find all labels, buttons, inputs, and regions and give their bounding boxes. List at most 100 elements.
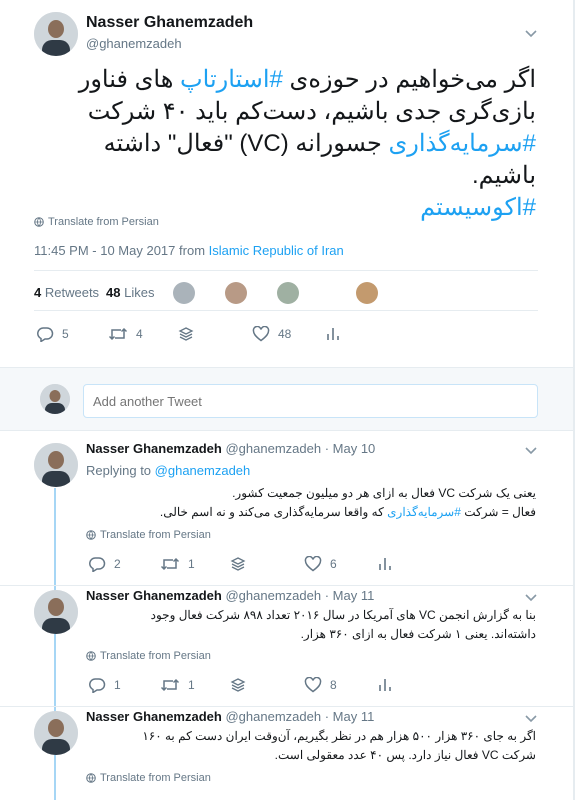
stack-icon (230, 557, 246, 571)
tweet-text-part: اگر می‌خواهیم در حوزه‌ی (282, 66, 536, 93)
globe-icon (34, 217, 44, 227)
reply-date[interactable]: · May 11 (325, 709, 375, 724)
reply-count: 5 (62, 327, 69, 341)
location-link[interactable]: Islamic Republic of Iran (209, 243, 344, 258)
my-avatar[interactable] (40, 384, 70, 414)
reply-button[interactable]: 1 (88, 677, 121, 693)
reply-header: Nasser Ghanemzadeh @ghanemzadeh · May 10 (86, 441, 375, 456)
liker-avatar[interactable] (225, 282, 247, 304)
tweet-text: اگر می‌خواهیم در حوزه‌ی #استارتاپ های فن… (40, 64, 536, 224)
like-count: 48 (278, 327, 292, 341)
avatar-image (34, 443, 78, 487)
analytics-icon (379, 558, 391, 570)
reply-button[interactable]: 2 (88, 556, 121, 572)
liker-avatar[interactable] (356, 282, 378, 304)
replying-handle-link[interactable]: @ghanemzadeh (155, 463, 251, 478)
likes-label: Likes (124, 285, 155, 300)
heart-icon (252, 326, 270, 342)
divider (0, 706, 575, 707)
reply-author-handle[interactable]: @ghanemzadeh (225, 588, 321, 603)
translate-link[interactable]: Translate from Persian (86, 772, 211, 784)
reply-author-handle[interactable]: @ghanemzadeh (225, 709, 321, 724)
reply-date[interactable]: · May 10 (325, 441, 376, 456)
like-button[interactable]: 6 (304, 556, 337, 572)
reply-author-name[interactable]: Nasser Ghanemzadeh (86, 441, 222, 456)
stack-button[interactable] (178, 326, 202, 342)
reply-icon (37, 327, 54, 342)
heart-icon (304, 556, 322, 572)
avatar-image (40, 384, 70, 414)
likes-stat[interactable]: 48 Likes (106, 285, 154, 300)
retweet-button[interactable]: 1 (160, 677, 195, 693)
translate-link[interactable]: Translate from Persian (86, 650, 211, 662)
stack-icon (178, 327, 194, 341)
reply-text: یعنی یک شرکت VC فعال به ازای هر دو میلیو… (86, 484, 536, 522)
reply-avatar[interactable] (34, 443, 78, 487)
like-count: 8 (330, 678, 337, 692)
reply-button[interactable]: 5 (36, 326, 69, 342)
reply-header: Nasser Ghanemzadeh @ghanemzadeh · May 11 (86, 709, 374, 724)
hashtag-link[interactable]: #سرمایه‌گذاری (387, 505, 461, 519)
reply-text: بنا به گزارش انجمن VC های آمریکا در سال … (86, 606, 536, 644)
reply-text-line: فعال = شرکت #سرمایه‌گذاری که واقعا سرمای… (86, 503, 536, 522)
hashtag-link[interactable]: #اکوسیستم (420, 194, 536, 221)
analytics-button[interactable] (378, 556, 400, 572)
retweet-count: 1 (188, 557, 195, 571)
retweet-count: 4 (136, 327, 143, 341)
retweet-button[interactable]: 4 (108, 326, 143, 342)
reply-avatar[interactable] (34, 590, 78, 634)
author-handle[interactable]: @ghanemzadeh (86, 36, 182, 51)
reply-author-name[interactable]: Nasser Ghanemzadeh (86, 709, 222, 724)
retweets-count: 4 (34, 285, 42, 300)
retweet-button[interactable]: 1 (160, 556, 195, 572)
translate-link[interactable]: Translate from Persian (34, 216, 159, 228)
retweet-icon (160, 557, 180, 571)
reply-text: اگر به جای ۳۶۰ هزار ۵۰۰ هزار هم در نظر ب… (86, 727, 536, 765)
author-avatar[interactable] (34, 12, 78, 56)
analytics-icon (379, 679, 391, 691)
avatar-image (34, 590, 78, 634)
chevron-down-icon[interactable] (524, 26, 538, 45)
like-button[interactable]: 8 (304, 677, 337, 693)
hashtag-link[interactable]: #سرمایه‌گذاری (389, 130, 536, 157)
stack-button[interactable] (230, 677, 254, 693)
reply-icon (89, 678, 106, 693)
reply-author-handle[interactable]: @ghanemzadeh (225, 441, 321, 456)
analytics-icon (327, 328, 339, 340)
reply-date[interactable]: · May 11 (325, 588, 375, 603)
reply-avatar[interactable] (34, 711, 78, 755)
analytics-button[interactable] (326, 326, 348, 342)
retweets-stat[interactable]: 4 Retweets (34, 285, 99, 300)
add-tweet-input[interactable] (83, 384, 538, 418)
heart-icon (304, 677, 322, 693)
translate-label: Translate from Persian (48, 216, 159, 228)
liker-avatar[interactable] (277, 282, 299, 304)
reply-text-line: بنا به گزارش انجمن VC های آمریکا در سال … (150, 608, 536, 622)
tweet-timestamp[interactable]: 11:45 PM - 10 May 2017 (34, 243, 175, 258)
chevron-down-icon[interactable] (524, 443, 538, 462)
stack-icon (230, 678, 246, 692)
translate-label: Translate from Persian (100, 529, 211, 541)
author-name[interactable]: Nasser Ghanemzadeh (86, 14, 253, 32)
translate-link[interactable]: Translate from Persian (86, 529, 211, 541)
like-button[interactable]: 48 (252, 326, 291, 342)
reply-count: 2 (114, 557, 121, 571)
replying-label: Replying to (86, 463, 152, 478)
divider (0, 585, 575, 586)
avatar-image (34, 12, 78, 56)
retweet-icon (160, 678, 180, 692)
analytics-button[interactable] (378, 677, 400, 693)
reply-header: Nasser Ghanemzadeh @ghanemzadeh · May 11 (86, 588, 374, 603)
reply-count: 1 (114, 678, 121, 692)
liker-avatar[interactable] (173, 282, 195, 304)
reply-author-name[interactable]: Nasser Ghanemzadeh (86, 588, 222, 603)
likes-count: 48 (106, 285, 121, 300)
divider (34, 270, 538, 271)
stack-button[interactable] (230, 556, 254, 572)
hashtag-link[interactable]: #استارتاپ (180, 66, 283, 93)
reply-icon (89, 557, 106, 572)
tweet-meta: 11:45 PM - 10 May 2017 from Islamic Repu… (34, 243, 344, 258)
reply-text-part: که واقعا سرمایه‌گذاری می‌کند و نه اسم خا… (159, 505, 388, 519)
divider (34, 310, 538, 311)
like-count: 6 (330, 557, 337, 571)
